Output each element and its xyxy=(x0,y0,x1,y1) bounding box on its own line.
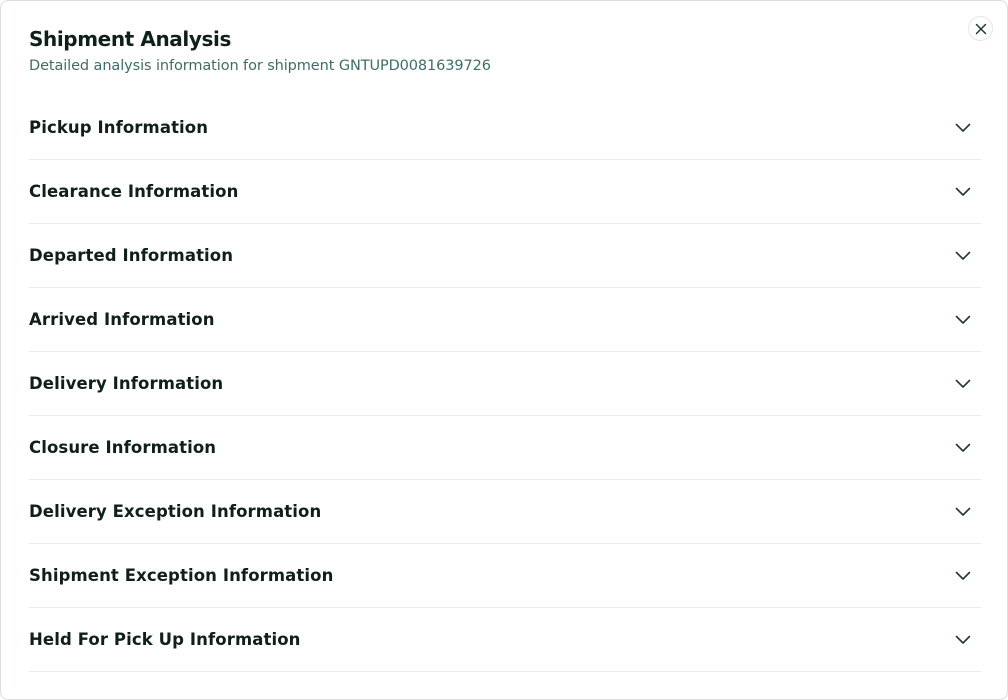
chevron-down-icon xyxy=(953,310,973,330)
accordion-item-label: Held For Pick Up Information xyxy=(29,630,301,649)
analysis-accordion: Pickup Information Clearance Information… xyxy=(29,96,981,672)
accordion-item-label: Closure Information xyxy=(29,438,217,457)
accordion-item-closure[interactable]: Closure Information xyxy=(29,416,981,480)
accordion-item-label: Shipment Exception Information xyxy=(29,566,334,585)
chevron-down-icon xyxy=(953,630,973,650)
close-icon xyxy=(975,23,987,35)
shipment-analysis-dialog: Shipment Analysis Detailed analysis info… xyxy=(0,0,1008,700)
dialog-subtitle: Detailed analysis information for shipme… xyxy=(29,58,491,74)
chevron-down-icon xyxy=(953,374,973,394)
dialog-title: Shipment Analysis xyxy=(29,27,231,51)
chevron-down-icon xyxy=(953,246,973,266)
chevron-down-icon xyxy=(953,118,973,138)
accordion-item-label: Departed Information xyxy=(29,246,234,265)
accordion-item-label: Pickup Information xyxy=(29,118,209,137)
chevron-down-icon xyxy=(953,566,973,586)
accordion-item-label: Arrived Information xyxy=(29,310,215,329)
accordion-item-label: Delivery Information xyxy=(29,374,224,393)
accordion-item-shipment-exception[interactable]: Shipment Exception Information xyxy=(29,544,981,608)
close-button[interactable] xyxy=(968,16,993,41)
accordion-item-arrived[interactable]: Arrived Information xyxy=(29,288,981,352)
accordion-item-label: Delivery Exception Information xyxy=(29,502,322,521)
accordion-item-departed[interactable]: Departed Information xyxy=(29,224,981,288)
dialog-header: Shipment Analysis Detailed analysis info… xyxy=(29,25,929,78)
accordion-item-label: Clearance Information xyxy=(29,182,239,201)
accordion-item-clearance[interactable]: Clearance Information xyxy=(29,160,981,224)
accordion-item-delivery[interactable]: Delivery Information xyxy=(29,352,981,416)
accordion-item-held-for-pickup[interactable]: Held For Pick Up Information xyxy=(29,608,981,672)
chevron-down-icon xyxy=(953,502,973,522)
chevron-down-icon xyxy=(953,438,973,458)
accordion-item-delivery-exception[interactable]: Delivery Exception Information xyxy=(29,480,981,544)
chevron-down-icon xyxy=(953,182,973,202)
accordion-item-pickup[interactable]: Pickup Information xyxy=(29,96,981,160)
